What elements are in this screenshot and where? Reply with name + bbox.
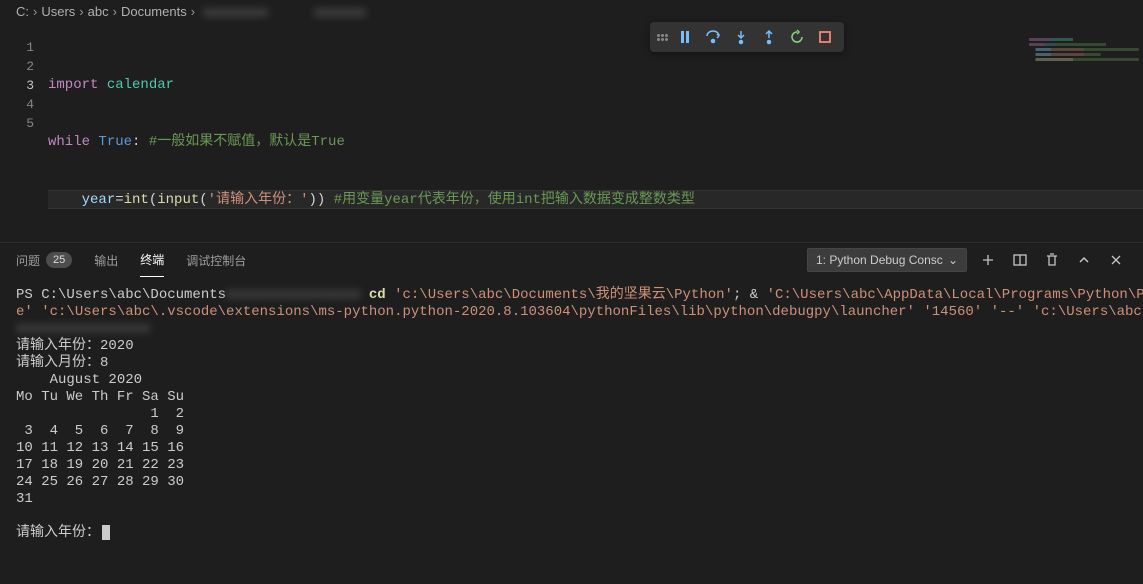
- calendar-row: 24 25 26 27 28 29 30: [16, 474, 184, 490]
- calendar-row: 1 2: [16, 406, 184, 422]
- terminal-selector-label: 1: Python Debug Consc: [816, 253, 943, 267]
- terminal-prompt: PS C:\Users\abc\Documents: [16, 287, 226, 303]
- debug-toolbar[interactable]: [650, 22, 844, 52]
- terminal-arg: 'c:\Users\abc\.vscode\extensions\ms-pyth…: [41, 304, 915, 320]
- code-line-active[interactable]: year=int(input('请输入年份：')) #用变量year代表年份，使…: [48, 190, 1143, 209]
- terminal-arg: 'c:\Users\abc\Documents\我的坚果云\Python': [394, 287, 733, 303]
- line-gutter: 1 2 3 4 5: [0, 22, 48, 242]
- tab-terminal[interactable]: 终端: [140, 243, 164, 277]
- restart-button[interactable]: [784, 24, 810, 50]
- tab-label: 问题: [16, 252, 40, 269]
- tab-debug-console[interactable]: 调试控制台: [186, 243, 246, 277]
- line-number: 1: [0, 38, 34, 57]
- calendar-title: August 2020: [16, 372, 142, 388]
- calendar-row: 3 4 5 6 7 8 9: [16, 423, 184, 439]
- tab-label: 调试控制台: [186, 252, 246, 269]
- terminal-line: 请输入年份：2020: [16, 338, 134, 354]
- minimap[interactable]: [1029, 38, 1139, 88]
- code-line[interactable]: import calendar: [48, 76, 1143, 95]
- cursor-icon: [102, 525, 110, 540]
- close-panel-button[interactable]: [1105, 249, 1127, 271]
- tab-problems[interactable]: 问题 25: [16, 243, 72, 277]
- terminal-arg: 'C:\Users\abc\AppData\Local\Programs\Pyt…: [767, 287, 1143, 303]
- calendar-header: Mo Tu We Th Fr Sa Su: [16, 389, 184, 405]
- pause-button[interactable]: [672, 24, 698, 50]
- chevron-right-icon: ›: [113, 4, 117, 19]
- line-number: 2: [0, 57, 34, 76]
- breadcrumb[interactable]: C: › Users › abc › Documents › xxxxxxxxx…: [0, 0, 1143, 22]
- terminal-cmd: cd: [369, 287, 386, 303]
- terminal-redacted: xxxxxxxxxxxxxxxx: [226, 287, 360, 303]
- stop-button[interactable]: [812, 24, 838, 50]
- step-out-button[interactable]: [756, 24, 782, 50]
- bottom-panel: 问题 25 输出 终端 调试控制台 1: Python Debug Consc …: [0, 242, 1143, 584]
- panel-tabs: 问题 25 输出 终端 调试控制台 1: Python Debug Consc …: [0, 243, 1143, 277]
- breadcrumb-item-redacted: xxxxxxxx: [312, 4, 368, 19]
- tab-label: 输出: [94, 252, 118, 269]
- code-area[interactable]: import calendar while True: #一般如果不赋值，默认是…: [48, 22, 1143, 242]
- chevron-down-icon: ⌄: [948, 253, 958, 267]
- calendar-row: 31: [16, 491, 33, 507]
- maximize-panel-button[interactable]: [1073, 249, 1095, 271]
- chevron-right-icon: ›: [79, 4, 83, 19]
- chevron-right-icon: ›: [191, 4, 195, 19]
- terminal-output[interactable]: PS C:\Users\abc\Documentsxxxxxxxxxxxxxxx…: [0, 277, 1143, 584]
- breadcrumb-item-redacted: xxxxxxxxxx: [199, 4, 272, 19]
- terminal-input-prompt: 请输入年份：: [16, 525, 100, 541]
- problems-badge: 25: [46, 252, 72, 268]
- calendar-row: 17 18 19 20 21 22 23: [16, 457, 184, 473]
- drag-handle-icon[interactable]: [656, 34, 668, 41]
- breadcrumb-item[interactable]: abc: [88, 4, 109, 19]
- terminal-line: 请输入月份：8: [16, 355, 108, 371]
- split-terminal-button[interactable]: [1009, 249, 1031, 271]
- calendar-row: 10 11 12 13 14 15 16: [16, 440, 184, 456]
- code-editor[interactable]: 1 2 3 4 5 import calendar while True: #一…: [0, 22, 1143, 242]
- tab-output[interactable]: 输出: [94, 243, 118, 277]
- line-number: 5: [0, 114, 34, 133]
- new-terminal-button[interactable]: [977, 249, 999, 271]
- terminal-selector[interactable]: 1: Python Debug Consc ⌄: [807, 248, 967, 272]
- line-number: 3: [0, 76, 34, 95]
- kill-terminal-button[interactable]: [1041, 249, 1063, 271]
- breadcrumb-item[interactable]: Documents: [121, 4, 187, 19]
- code-line[interactable]: while True: #一般如果不赋值，默认是True: [48, 133, 1143, 152]
- step-into-button[interactable]: [728, 24, 754, 50]
- breadcrumb-item[interactable]: C:: [16, 4, 29, 19]
- step-over-button[interactable]: [700, 24, 726, 50]
- breadcrumb-item[interactable]: Users: [41, 4, 75, 19]
- chevron-right-icon: ›: [33, 4, 37, 19]
- tab-label: 终端: [140, 251, 164, 268]
- line-number: 4: [0, 95, 34, 114]
